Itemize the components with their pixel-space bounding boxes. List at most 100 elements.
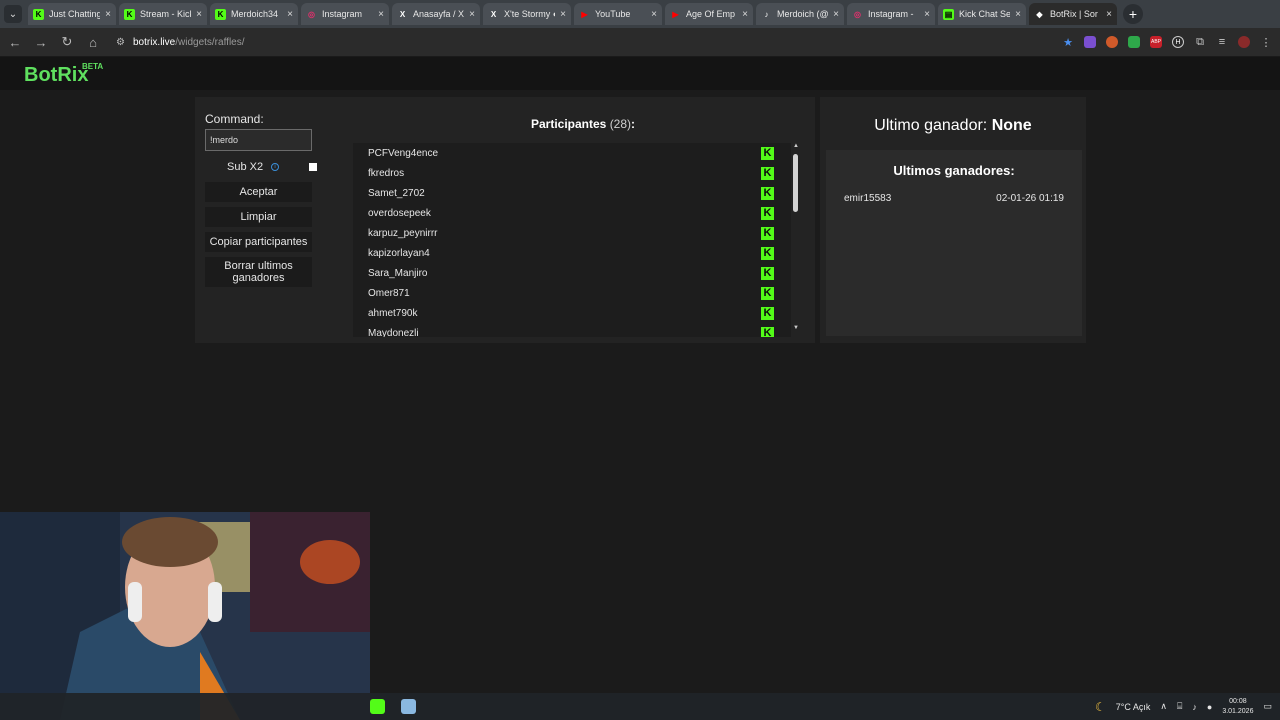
bookmark-star-icon[interactable]: ★ [1062, 36, 1074, 49]
extension-h-icon[interactable]: H [1172, 36, 1184, 48]
browser-tab[interactable]: ▶ YouTube × [574, 3, 662, 25]
instagram-icon: ◎ [854, 9, 861, 19]
youtube-icon: ▶ [672, 9, 679, 19]
kick-icon: K [761, 286, 774, 300]
close-tab-icon[interactable]: × [196, 9, 202, 20]
kick-icon: K [33, 8, 44, 20]
command-input[interactable] [205, 129, 312, 151]
scroll-thumb[interactable] [793, 154, 798, 212]
kick-icon: K [761, 306, 774, 320]
reload-icon[interactable]: ↻ [60, 34, 74, 50]
home-icon[interactable]: ⌂ [86, 35, 100, 50]
close-tab-icon[interactable]: × [105, 9, 111, 20]
participant-name: PCFVeng4ence [368, 147, 439, 159]
last-winner-label: Ultimo ganador: [874, 117, 988, 134]
close-tab-icon[interactable]: × [924, 9, 930, 20]
weather-icon[interactable]: ☾ [1095, 700, 1106, 714]
tray-chevron-icon[interactable]: ∧ [1160, 701, 1167, 712]
browser-tab[interactable]: ▶ Age Of Emp × [665, 3, 753, 25]
back-icon[interactable]: ← [8, 35, 22, 50]
browser-tab[interactable]: X Anasayfa / X × [392, 3, 480, 25]
weather-text[interactable]: 7°C Açık [1116, 702, 1151, 712]
participant-row: ahmet790k K [353, 303, 791, 323]
close-tab-icon[interactable]: × [378, 9, 384, 20]
forward-icon[interactable]: → [34, 35, 48, 50]
volume-icon[interactable]: ♪ [1192, 702, 1197, 712]
clock[interactable]: 00:08 3.01.2026 [1222, 697, 1253, 717]
participants-list[interactable]: PCFVeng4ence Kfkredros K Samet_2702 Koverdos… [353, 143, 791, 337]
participant-name: kapizorlayan4 [368, 247, 430, 259]
instagram-icon: ◎ [308, 9, 315, 19]
participants-scrollbar[interactable]: ▲ ▼ [791, 143, 801, 337]
browser-tab[interactable]: ▤ Kick Chat Se × [938, 3, 1026, 25]
beta-badge: BETA [82, 62, 104, 71]
close-tab-icon[interactable]: × [833, 9, 839, 20]
participants-title: Participantes (28): [355, 117, 811, 131]
close-tab-icon[interactable]: × [469, 9, 475, 20]
browser-tab[interactable]: ◎ Instagram - × [847, 3, 935, 25]
info-icon[interactable]: i [271, 163, 280, 171]
browser-menu-icon[interactable]: ⋮ [1260, 36, 1272, 49]
participant-name: fkredros [368, 167, 405, 179]
close-tab-icon[interactable]: × [742, 9, 748, 20]
site-info-icon[interactable]: ⚙ [116, 37, 125, 48]
last-winners-box: Ultimos ganadores: emir15583 02-01-26 01… [826, 150, 1082, 336]
command-label: Command: [205, 112, 264, 126]
close-tab-icon[interactable]: × [651, 9, 657, 20]
tab-search-icon[interactable]: ⌄ [4, 5, 22, 23]
participants-label: Participantes [530, 117, 607, 131]
raffle-panel: Command: Sub X2 i Aceptar Limpiar Copiar… [195, 97, 815, 343]
browser-tab[interactable]: K Just Chatting × [28, 3, 116, 25]
extension-shield-icon[interactable] [1128, 36, 1140, 48]
browser-tab[interactable]: ◆ BotRix | Sor × [1029, 3, 1117, 25]
participants-count: (28) [609, 117, 632, 131]
browser-tab[interactable]: ◎ Instagram × [301, 3, 389, 25]
accept-button[interactable]: Aceptar [205, 182, 312, 202]
kick-icon: K [124, 8, 135, 20]
scroll-down-icon[interactable]: ▼ [793, 325, 799, 331]
adblock-icon[interactable]: ABP [1150, 36, 1162, 48]
browser-tab[interactable]: K Stream - Kick × [119, 3, 207, 25]
kick-app-icon[interactable] [370, 699, 385, 714]
botrix-logo[interactable]: BotRix [24, 64, 88, 87]
extension-purple-icon[interactable] [1084, 36, 1096, 48]
notifications-icon[interactable]: ▭ [1263, 701, 1272, 712]
sub-x2-label: Sub X2 [227, 161, 264, 173]
participant-row: kapizorlayan4 K [353, 243, 791, 263]
extensions-puzzle-icon[interactable]: ⧉ [1194, 36, 1206, 48]
network-icon[interactable]: ⌸ [1177, 701, 1182, 712]
clock-time: 00:08 [1229, 697, 1247, 705]
delete-winners-button[interactable]: Borrar ultimos ganadores [205, 257, 312, 287]
site-header: BotRix BETA [0, 57, 1280, 90]
profile-avatar[interactable] [1238, 36, 1250, 48]
kick-icon: K [761, 246, 774, 260]
browser-tab[interactable]: ♪ Merdoich (@ × [756, 3, 844, 25]
sub-x2-checkbox[interactable] [309, 163, 317, 171]
browser-tab[interactable]: X X'te Stormy ● × [483, 3, 571, 25]
new-tab-button[interactable]: + [1123, 4, 1143, 24]
copy-participants-button[interactable]: Copiar participantes [205, 232, 312, 252]
close-tab-icon[interactable]: × [1106, 9, 1112, 20]
address-bar[interactable]: ⚙ botrix.live/widgets/raffles/ [116, 37, 1016, 48]
participant-name: Omer871 [368, 287, 410, 299]
reading-list-icon[interactable]: ≡ [1216, 36, 1228, 48]
participant-row: karpuz_peynirrr K [353, 223, 791, 243]
participant-row: Omer871 K [353, 283, 791, 303]
clear-button[interactable]: Limpiar [205, 207, 312, 227]
close-tab-icon[interactable]: × [1015, 9, 1021, 20]
extension-fox-icon[interactable] [1106, 36, 1118, 48]
participant-row: Samet_2702 K [353, 183, 791, 203]
app-icon[interactable] [401, 699, 416, 714]
participant-name: Maydonezli [368, 327, 419, 338]
close-tab-icon[interactable]: × [287, 9, 293, 20]
close-tab-icon[interactable]: × [560, 9, 566, 20]
participant-name: Sara_Manjiro [368, 267, 428, 279]
last-winner-value: None [991, 117, 1032, 134]
participant-row: fkredros K [353, 163, 791, 183]
browser-tab[interactable]: K Merdoich34 × [210, 3, 298, 25]
scroll-up-icon[interactable]: ▲ [793, 143, 799, 149]
botrix-icon: ◆ [1036, 9, 1043, 19]
chat-icon: ▤ [943, 8, 954, 20]
webcam-image [0, 512, 370, 720]
mic-icon[interactable]: ● [1207, 702, 1212, 712]
